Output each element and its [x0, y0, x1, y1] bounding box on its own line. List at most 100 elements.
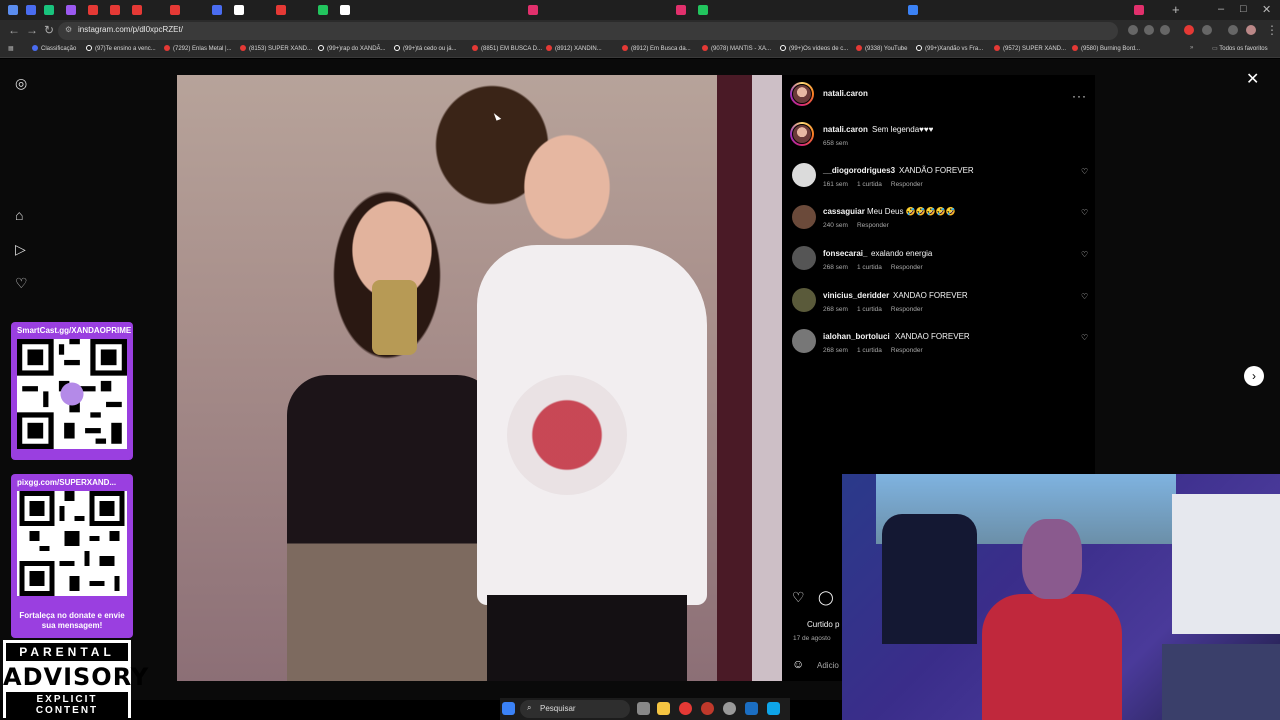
tab-favicon-icon[interactable] [908, 5, 918, 15]
app-icon[interactable] [701, 702, 714, 715]
bookmark-item[interactable]: (99+)rap do XANDÃ... [318, 45, 386, 52]
bookmark-item[interactable]: (7292) Enlas Metal |... [164, 45, 232, 52]
tab-favicon-icon[interactable] [276, 5, 286, 15]
profile-avatar[interactable] [1246, 25, 1256, 35]
caption-username[interactable]: natali.caron [823, 125, 868, 134]
tab-favicon-icon[interactable] [676, 5, 686, 15]
add-comment-input[interactable]: Adicio [817, 661, 839, 670]
smartcast-qr-panel: SmartCast.gg/XANDAOPRIME [11, 322, 133, 460]
extensions-puzzle-icon[interactable] [1202, 25, 1212, 35]
tab-favicon-icon[interactable] [170, 5, 180, 15]
comment-avatar[interactable] [792, 329, 816, 353]
author-username[interactable]: natali.caron [823, 89, 868, 98]
install-icon[interactable] [1128, 25, 1138, 35]
maximize-icon[interactable]: □ [1240, 3, 1247, 15]
bookmark-item[interactable]: (9580) Burning Bord... [1072, 45, 1140, 52]
all-favorites-folder[interactable]: ▭ Todos os favoritos [1212, 45, 1268, 52]
tab-favicon-icon[interactable] [318, 5, 328, 15]
new-tab-button[interactable]: + [1172, 2, 1180, 17]
notifications-icon[interactable]: ♡ [15, 275, 28, 292]
comment-username[interactable]: __diogorodrigues3 [823, 166, 895, 175]
site-info-icon[interactable]: ⚙ [65, 25, 72, 34]
tab-favicon-icon[interactable] [698, 5, 708, 15]
tab-favicon-icon[interactable] [132, 5, 142, 15]
like-icon[interactable]: ♡ [792, 589, 805, 606]
bookmark-item[interactable]: (97)Te ensino a venc... [86, 45, 156, 52]
minimize-icon[interactable]: – [1218, 3, 1224, 15]
comment-avatar[interactable] [792, 246, 816, 270]
tab-favicon-icon[interactable] [340, 5, 350, 15]
tab-search-icon[interactable] [1228, 25, 1238, 35]
comment-like-icon[interactable]: ♡ [1081, 208, 1088, 217]
bookmark-item[interactable]: (9338) YouTube [856, 45, 907, 52]
comment-like-icon[interactable]: ♡ [1081, 250, 1088, 259]
tab-favicon-icon[interactable] [212, 5, 222, 15]
instagram-logo-icon[interactable]: ◎ [15, 75, 27, 92]
task-view-icon[interactable] [637, 702, 650, 715]
comment-username[interactable]: cassaguiar [823, 207, 865, 216]
comment-like-icon[interactable]: ♡ [1081, 292, 1088, 301]
bookmark-item[interactable]: (99+)tá cedo ou já... [394, 45, 457, 52]
more-options-icon[interactable]: ··· [1072, 89, 1087, 103]
bookmark-item[interactable]: (8851) EM BUSCA D... [472, 45, 542, 52]
bookmark-item[interactable]: Classificação [32, 45, 76, 52]
tab-active-icon[interactable] [234, 5, 244, 15]
extension-icon[interactable] [1184, 25, 1194, 35]
tab-favicon-icon[interactable] [44, 5, 54, 15]
bookmark-item[interactable]: (99+)Os vídeos de c... [780, 45, 848, 52]
menu-dots-icon[interactable]: ⋮ [1266, 23, 1278, 37]
comment-icon[interactable]: ◯ [818, 589, 834, 606]
post-photo [177, 75, 782, 681]
taskbar-search[interactable]: ⌕ Pesquisar [520, 700, 630, 718]
comment-avatar[interactable] [792, 205, 816, 229]
comment-username[interactable]: fonsecarai_ [823, 249, 867, 258]
bookmark-item[interactable]: (8912) XANDIN... [546, 45, 602, 52]
comment-avatar[interactable] [792, 288, 816, 312]
back-icon[interactable]: ← [8, 23, 20, 37]
zoom-icon[interactable] [1144, 25, 1154, 35]
comment-avatar[interactable] [792, 163, 816, 187]
search-icon: ⌕ [527, 703, 532, 712]
app-icon[interactable] [767, 702, 780, 715]
address-bar[interactable]: ⚙ instagram.com/p/dl0xpcRZEt/ [58, 22, 1118, 40]
tab-favicon-icon[interactable] [8, 5, 18, 15]
tab-favicon-icon[interactable] [1134, 5, 1144, 15]
close-icon[interactable]: ✕ [1246, 69, 1259, 89]
liked-by-text[interactable]: Curtido p [807, 620, 839, 629]
reload-icon[interactable]: ↻ [44, 23, 54, 37]
author-avatar[interactable] [790, 82, 814, 106]
webcam-gaming-chair [882, 514, 977, 644]
caption-text: Sem legenda♥♥♥ [872, 125, 934, 134]
apps-grid-icon[interactable]: ▦ [8, 45, 14, 52]
close-window-icon[interactable]: ✕ [1262, 3, 1271, 16]
start-icon[interactable] [502, 702, 515, 715]
tab-favicon-icon[interactable] [110, 5, 120, 15]
steam-icon[interactable] [745, 702, 758, 715]
bookmarks-overflow-icon[interactable]: » [1190, 45, 1193, 51]
next-post-button[interactable]: › [1244, 366, 1264, 386]
bookmark-item[interactable]: (9078) MANTIS - XA... [702, 45, 771, 52]
bookmark-item[interactable]: (9572) SUPER XAND... [994, 45, 1066, 52]
bookmark-star-icon[interactable] [1160, 25, 1170, 35]
chrome-icon[interactable] [679, 702, 692, 715]
comment-username[interactable]: ialohan_bortoluci [823, 332, 890, 341]
comment-like-icon[interactable]: ♡ [1081, 167, 1088, 176]
emoji-icon[interactable]: ☺ [792, 657, 804, 671]
home-icon[interactable]: ⌂ [15, 207, 23, 223]
comment-like-icon[interactable]: ♡ [1081, 333, 1088, 342]
tab-favicon-icon[interactable] [66, 5, 76, 15]
tab-favicon-icon[interactable] [26, 5, 36, 15]
reels-icon[interactable]: ▷ [15, 241, 26, 258]
comment-text: exalando energia [871, 249, 933, 258]
tab-favicon-icon[interactable] [88, 5, 98, 15]
bookmark-item[interactable]: (99+)Xandão vs Fra... [916, 45, 983, 52]
tab-favicon-icon[interactable] [528, 5, 538, 15]
file-explorer-icon[interactable] [657, 702, 670, 715]
bookmark-item[interactable]: (8153) SUPER XAND... [240, 45, 312, 52]
bookmark-item[interactable]: (8912) Em Busca da... [622, 45, 691, 52]
settings-icon[interactable] [723, 702, 736, 715]
caption-avatar[interactable] [790, 122, 814, 146]
forward-icon[interactable]: → [26, 23, 38, 37]
comment-username[interactable]: vinicius_deridder [823, 291, 889, 300]
comment-meta: 268 sem 1 curtida Responder [823, 347, 923, 354]
